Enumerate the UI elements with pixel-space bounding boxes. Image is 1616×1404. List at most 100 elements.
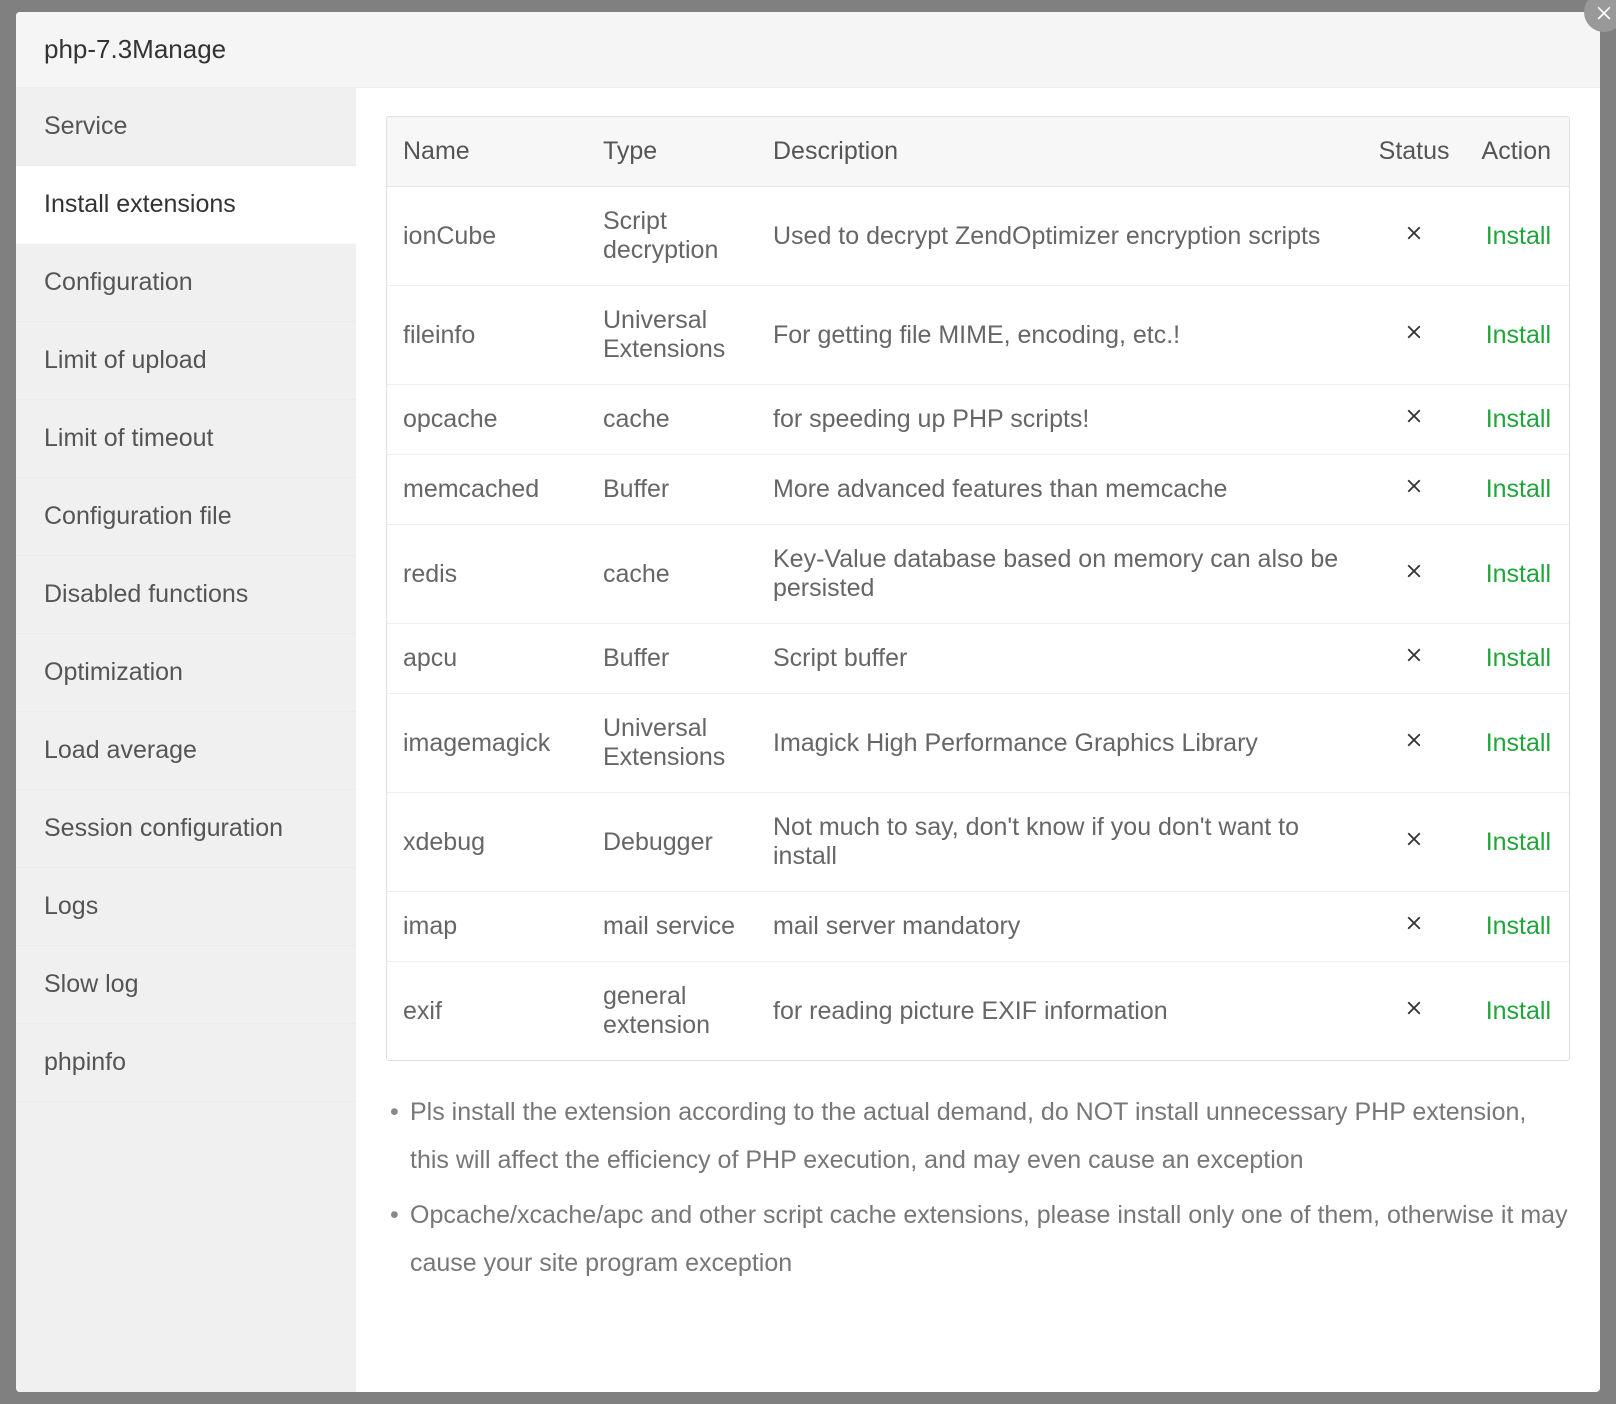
ext-name: memcached [387,455,587,525]
ext-name: imagemagick [387,694,587,793]
status-not-installed [1363,624,1466,694]
ext-type: mail service [587,892,757,962]
ext-description: Imagick High Performance Graphics Librar… [757,694,1363,793]
status-not-installed [1363,962,1466,1061]
ext-name: apcu [387,624,587,694]
sidebar-item-configuration-file[interactable]: Configuration file [16,478,356,556]
table-row: opcachecachefor speeding up PHP scripts!… [387,385,1569,455]
sidebar-item-logs[interactable]: Logs [16,868,356,946]
sidebar-item-limit-of-timeout[interactable]: Limit of timeout [16,400,356,478]
ext-description: More advanced features than memcache [757,455,1363,525]
ext-description: for speeding up PHP scripts! [757,385,1363,455]
ext-name: fileinfo [387,286,587,385]
ext-description: Script buffer [757,624,1363,694]
ext-description: Used to decrypt ZendOptimizer encryption… [757,187,1363,286]
install-button[interactable]: Install [1466,286,1569,385]
ext-name: opcache [387,385,587,455]
table-row: fileinfoUniversal ExtensionsFor getting … [387,286,1569,385]
col-header-type: Type [587,117,757,187]
x-icon [1403,729,1425,757]
status-not-installed [1363,455,1466,525]
table-row: memcachedBufferMore advanced features th… [387,455,1569,525]
status-not-installed [1363,694,1466,793]
ext-type: Buffer [587,455,757,525]
status-not-installed [1363,286,1466,385]
table-row: rediscacheKey-Value database based on me… [387,525,1569,624]
notes-list: Pls install the extension according to t… [386,1089,1570,1295]
ext-type: Debugger [587,793,757,892]
note-item: Opcache/xcache/apc and other script cach… [386,1192,1570,1287]
table-row: apcuBufferScript buffer Install [387,624,1569,694]
sidebar-item-service[interactable]: Service [16,88,356,166]
table-row: imagemagickUniversal ExtensionsImagick H… [387,694,1569,793]
modal-title: php-7.3Manage [44,34,1572,65]
ext-type: Universal Extensions [587,694,757,793]
ext-type: cache [587,385,757,455]
status-not-installed [1363,385,1466,455]
ext-description: For getting file MIME, encoding, etc.! [757,286,1363,385]
sidebar-item-slow-log[interactable]: Slow log [16,946,356,1024]
sidebar-item-disabled-functions[interactable]: Disabled functions [16,556,356,634]
x-icon [1403,560,1425,588]
x-icon [1403,475,1425,503]
sidebar-item-session-configuration[interactable]: Session configuration [16,790,356,868]
extensions-table-scroll[interactable]: Name Type Description Status Action ionC… [387,117,1569,1060]
install-button[interactable]: Install [1466,962,1569,1061]
status-not-installed [1363,525,1466,624]
ext-description: mail server mandatory [757,892,1363,962]
x-icon [1403,222,1425,250]
x-icon [1403,321,1425,349]
ext-name: imap [387,892,587,962]
table-row: imapmail servicemail server mandatory Ins… [387,892,1569,962]
sidebar-item-load-average[interactable]: Load average [16,712,356,790]
modal-body: ServiceInstall extensionsConfigurationLi… [16,88,1600,1392]
ext-name: exif [387,962,587,1061]
x-icon [1403,828,1425,856]
x-icon [1403,912,1425,940]
install-button[interactable]: Install [1466,455,1569,525]
install-button[interactable]: Install [1466,793,1569,892]
table-row: ionCubeScript decryptionUsed to decrypt … [387,187,1569,286]
install-button[interactable]: Install [1466,187,1569,286]
content-pane: Name Type Description Status Action ionC… [356,88,1600,1392]
col-header-status: Status [1363,117,1466,187]
x-icon [1403,644,1425,672]
col-header-description: Description [757,117,1363,187]
close-icon [1594,2,1614,22]
col-header-action: Action [1466,117,1569,187]
status-not-installed [1363,793,1466,892]
sidebar-item-install-extensions[interactable]: Install extensions [16,166,356,244]
install-button[interactable]: Install [1466,385,1569,455]
x-icon [1403,997,1425,1025]
install-button[interactable]: Install [1466,624,1569,694]
ext-name: redis [387,525,587,624]
install-button[interactable]: Install [1466,525,1569,624]
table-row: exifgeneral extensionfor reading picture… [387,962,1569,1061]
ext-description: Key-Value database based on memory can a… [757,525,1363,624]
x-icon [1403,405,1425,433]
ext-description: Not much to say, don't know if you don't… [757,793,1363,892]
php-manage-modal: php-7.3Manage ServiceInstall extensionsC… [16,12,1600,1392]
ext-type: cache [587,525,757,624]
ext-description: for reading picture EXIF information [757,962,1363,1061]
ext-type: general extension [587,962,757,1061]
ext-type: Buffer [587,624,757,694]
ext-name: ionCube [387,187,587,286]
ext-name: xdebug [387,793,587,892]
table-header-row: Name Type Description Status Action [387,117,1569,187]
table-row: xdebugDebuggerNot much to say, don't kno… [387,793,1569,892]
status-not-installed [1363,187,1466,286]
ext-type: Universal Extensions [587,286,757,385]
status-not-installed [1363,892,1466,962]
sidebar-item-phpinfo[interactable]: phpinfo [16,1024,356,1102]
install-button[interactable]: Install [1466,892,1569,962]
install-button[interactable]: Install [1466,694,1569,793]
ext-type: Script decryption [587,187,757,286]
col-header-name: Name [387,117,587,187]
extensions-table-wrap: Name Type Description Status Action ionC… [386,116,1570,1061]
sidebar-item-configuration[interactable]: Configuration [16,244,356,322]
sidebar-item-optimization[interactable]: Optimization [16,634,356,712]
sidebar-item-limit-of-upload[interactable]: Limit of upload [16,322,356,400]
note-item: Pls install the extension according to t… [386,1089,1570,1184]
sidebar: ServiceInstall extensionsConfigurationLi… [16,88,356,1392]
